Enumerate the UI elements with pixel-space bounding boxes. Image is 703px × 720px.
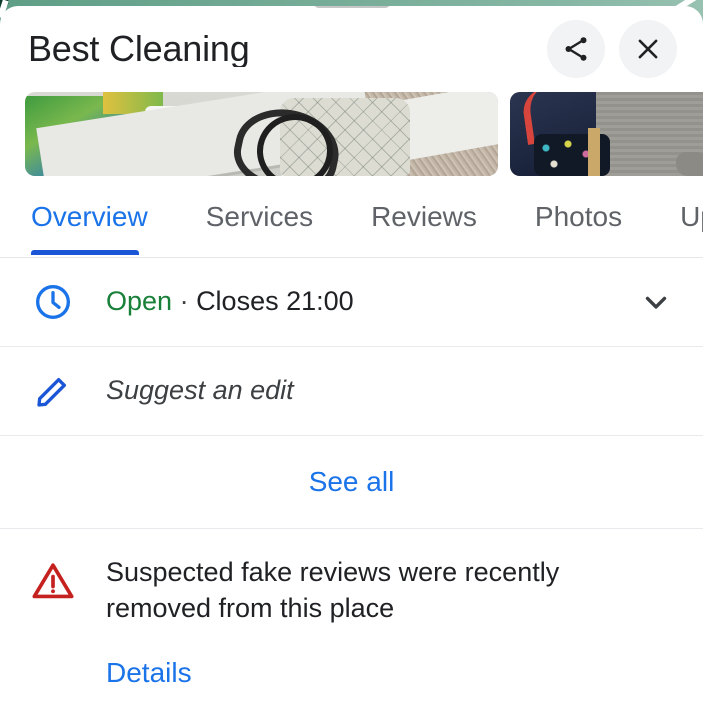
chevron-down-icon[interactable] bbox=[639, 285, 673, 319]
warning-message: Suspected fake reviews were recently rem… bbox=[106, 557, 560, 623]
page-title: Best Cleaning bbox=[28, 31, 250, 67]
tab-reviews[interactable]: Reviews bbox=[371, 202, 477, 231]
tab-overview[interactable]: Overview bbox=[31, 202, 148, 231]
photo-layer bbox=[676, 152, 703, 176]
suggest-edit-row[interactable]: Suggest an edit bbox=[0, 347, 703, 436]
header-actions bbox=[547, 20, 703, 78]
suggest-edit-label: Suggest an edit bbox=[106, 375, 294, 406]
active-tab-indicator bbox=[31, 250, 139, 255]
place-details-bottom-sheet: Best Cleaning Overview Services Reviews … bbox=[0, 6, 703, 720]
hours-row[interactable]: Open · Closes 21:00 bbox=[0, 258, 703, 347]
sheet-header: Best Cleaning bbox=[0, 6, 703, 92]
photo-thumbnail[interactable] bbox=[25, 92, 498, 176]
close-button[interactable] bbox=[619, 20, 677, 78]
pencil-icon bbox=[0, 371, 106, 411]
tab-photos[interactable]: Photos bbox=[535, 202, 622, 231]
drag-handle[interactable] bbox=[313, 6, 390, 8]
close-icon bbox=[633, 34, 663, 64]
see-all-link[interactable]: See all bbox=[309, 466, 395, 498]
hours-detail: Closes 21:00 bbox=[196, 286, 354, 317]
photo-strip[interactable] bbox=[0, 92, 703, 176]
see-all-row[interactable]: See all bbox=[0, 436, 703, 529]
open-status: Open bbox=[106, 286, 173, 317]
photo-layer bbox=[588, 128, 600, 176]
tab-updates[interactable]: Upd bbox=[680, 202, 703, 231]
photo-thumbnail[interactable] bbox=[510, 92, 703, 176]
share-icon bbox=[561, 34, 591, 64]
fake-reviews-warning: Suspected fake reviews were recently rem… bbox=[0, 529, 703, 689]
drag-handle-area[interactable] bbox=[0, 6, 703, 8]
hours-text: Open · Closes 21:00 bbox=[106, 285, 639, 319]
tab-bar: Overview Services Reviews Photos Upd bbox=[0, 176, 703, 258]
warning-details-link[interactable]: Details bbox=[106, 657, 192, 689]
clock-icon bbox=[0, 282, 106, 322]
hours-separator: · bbox=[172, 286, 197, 317]
share-button[interactable] bbox=[547, 20, 605, 78]
warning-body: Suspected fake reviews were recently rem… bbox=[106, 555, 673, 689]
tab-services[interactable]: Services bbox=[206, 202, 313, 231]
warning-triangle-icon bbox=[0, 555, 106, 689]
